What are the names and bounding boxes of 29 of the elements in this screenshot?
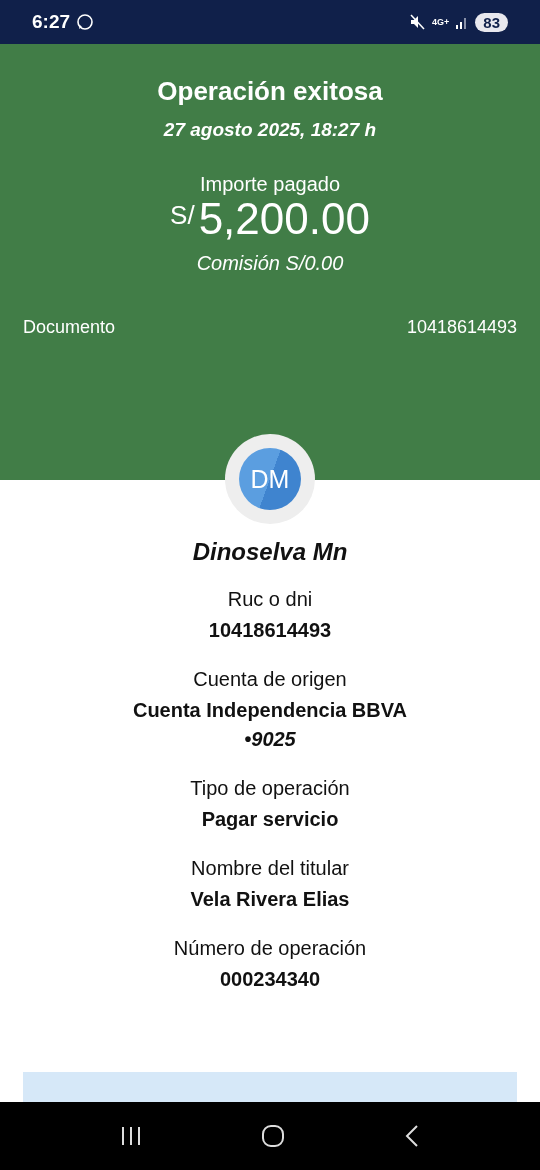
recents-icon[interactable] — [119, 1126, 142, 1146]
payee-name: Dinoselva Mn — [191, 538, 349, 566]
chat-bubble-icon — [76, 13, 95, 31]
commission-text: Comisión S/0.00 — [196, 252, 344, 275]
detail-label: Tipo de operación — [189, 777, 351, 800]
avatar-initials: DM — [250, 464, 290, 494]
currency-symbol: S/ — [170, 200, 195, 231]
detail-label: Ruc o dni — [226, 588, 314, 611]
status-time: 6:27 — [32, 11, 71, 33]
header-title: Operación exitosa — [157, 76, 383, 107]
detail-value: 10418614493 — [207, 619, 333, 642]
mute-icon — [410, 14, 427, 30]
detail-label: Nombre del titular — [190, 857, 350, 880]
detail-value: 000234340 — [218, 968, 322, 991]
document-value: 10418614493 — [406, 317, 517, 338]
detail-value: Cuenta Independencia BBVA — [131, 699, 409, 722]
amount-value: 5,200.00 — [198, 194, 370, 244]
detail-label: Cuenta de origen — [192, 668, 348, 691]
network-type: 4G+ — [432, 17, 450, 27]
back-icon[interactable] — [404, 1124, 421, 1148]
detail-value: Vela Rivera Elias — [189, 888, 351, 911]
document-label: Documento — [23, 317, 116, 338]
home-icon[interactable] — [261, 1124, 285, 1148]
battery-level: 83 — [475, 12, 508, 32]
detail-value: Pagar servicio — [200, 808, 340, 831]
account-number: •9025 — [243, 728, 297, 751]
amount-label: Importe pagado — [199, 173, 341, 196]
operation-date: 27 agosto 2025, 18:27 h — [163, 119, 377, 141]
detail-label: Número de operación — [172, 937, 368, 960]
